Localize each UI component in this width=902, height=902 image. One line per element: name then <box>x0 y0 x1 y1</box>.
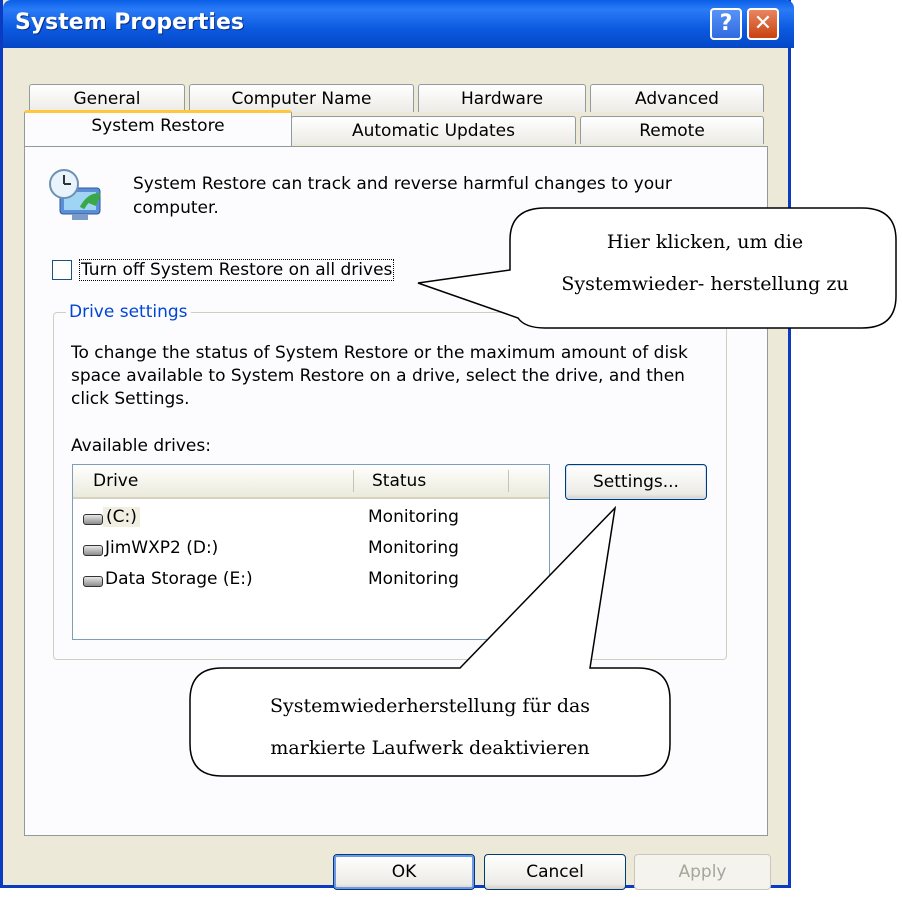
callout-bottom-line1: Systemwiederherstellung für das <box>269 695 591 717</box>
callout-bubble-top <box>417 207 897 329</box>
callout-top-line2: Systemwieder- herstellung zu <box>561 273 849 295</box>
callout-bottom-line2: markierte Laufwerk deaktivieren <box>270 737 590 759</box>
callout-top-line1: Hier klicken, um die <box>606 231 804 253</box>
callout-bubble-bottom <box>189 505 671 777</box>
callout-bubbles <box>189 207 897 777</box>
